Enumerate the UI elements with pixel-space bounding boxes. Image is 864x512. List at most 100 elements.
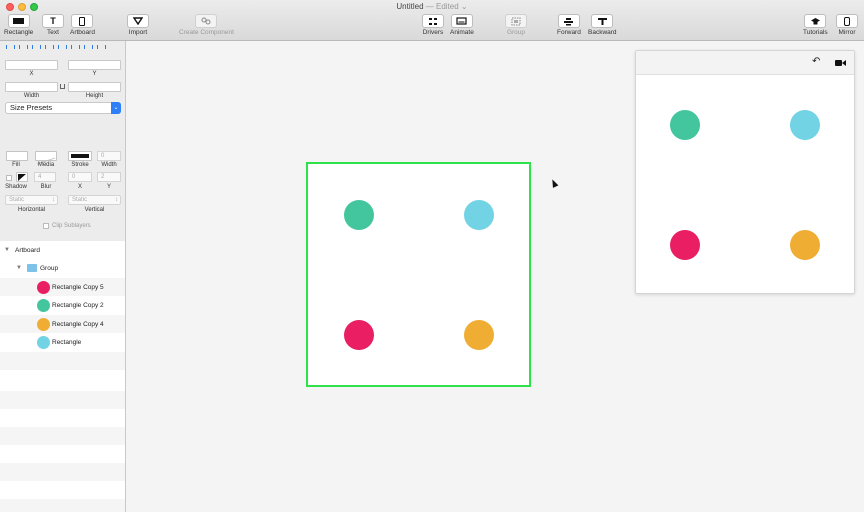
backward-button[interactable] xyxy=(591,14,614,28)
tutorials-button[interactable] xyxy=(804,14,827,28)
text-icon: T xyxy=(50,16,56,26)
undo-icon[interactable]: ↶ xyxy=(812,56,820,67)
preview-window: ↶ xyxy=(635,50,855,294)
layer-circle-thumbnail-icon xyxy=(37,335,50,349)
app-window: Untitled — Edited ⌄ Rectangle T Text Art… xyxy=(0,0,864,512)
width-input[interactable] xyxy=(5,82,58,92)
document-title[interactable]: Untitled — Edited ⌄ xyxy=(0,2,864,11)
align-center-horizontal-icon[interactable] xyxy=(18,44,28,50)
tutorials-tool[interactable]: Tutorials xyxy=(803,14,828,36)
stroke-color-preview xyxy=(71,154,89,158)
title-chevron-icon: ⌄ xyxy=(460,2,468,11)
x-position-input[interactable] xyxy=(5,60,58,70)
artboard-tool[interactable]: Artboard xyxy=(70,14,95,36)
height-label: Height xyxy=(85,93,104,99)
layer-item[interactable]: Rectangle Copy 4 xyxy=(0,315,125,333)
horizontal-constraint-select[interactable]: Static xyxy=(5,195,58,205)
layer-item-label: Rectangle Copy 5 xyxy=(52,283,104,291)
animate-label: Animate xyxy=(450,29,474,36)
rectangle-icon xyxy=(13,18,25,24)
distribute-vertical-icon[interactable] xyxy=(96,44,106,50)
layer-group[interactable]: ▼ Group xyxy=(0,259,125,277)
forward-button[interactable] xyxy=(557,14,580,28)
layer-circle-thumbnail-icon xyxy=(37,317,50,331)
layer-item[interactable]: Rectangle Copy 5 xyxy=(0,278,125,296)
forward-tool[interactable]: Forward xyxy=(557,14,581,36)
blur-input[interactable]: 4 xyxy=(34,172,56,182)
cyan-circle[interactable] xyxy=(464,200,494,230)
stroke-label: Stroke xyxy=(71,162,89,168)
clip-sublayers-toggle[interactable]: Clip Sublayers xyxy=(43,223,91,229)
shadow-y-input[interactable]: 2 xyxy=(97,172,121,182)
mirror-button[interactable] xyxy=(836,14,858,28)
stroke-width-input[interactable]: 0 xyxy=(97,151,121,161)
empty-row xyxy=(0,427,125,445)
size-presets-value: Size Presets xyxy=(10,103,53,112)
shadow-checkbox[interactable] xyxy=(6,175,12,181)
empty-row xyxy=(0,391,125,409)
x-label: X xyxy=(29,71,34,77)
fill-swatch[interactable] xyxy=(6,151,28,161)
disclosure-triangle-icon[interactable]: ▼ xyxy=(16,265,23,272)
title-bar: Untitled — Edited ⌄ Rectangle T Text Art… xyxy=(0,0,864,41)
disclosure-triangle-icon[interactable]: ▼ xyxy=(4,247,11,254)
animate-icon xyxy=(456,17,468,25)
layer-artboard[interactable]: ▼ Artboard xyxy=(0,241,125,259)
artboard-frame[interactable] xyxy=(306,162,531,387)
layer-circle-thumbnail-icon xyxy=(37,280,50,294)
shadow-label: Shadow xyxy=(5,184,27,190)
import-button[interactable] xyxy=(127,14,149,28)
clip-sublayers-checkbox[interactable] xyxy=(43,223,49,229)
rectangle-tool[interactable]: Rectangle xyxy=(4,14,33,36)
create-component-button[interactable] xyxy=(195,14,218,28)
preview-green-circle[interactable] xyxy=(670,110,700,140)
drivers-button[interactable] xyxy=(422,14,444,28)
artboard-tool-button[interactable] xyxy=(71,14,94,28)
lock-ratio-icon[interactable] xyxy=(60,84,65,89)
text-tool[interactable]: T Text xyxy=(42,14,64,36)
shadow-x-input[interactable]: 0 xyxy=(68,172,92,182)
y-position-input[interactable] xyxy=(68,60,121,70)
backward-tool[interactable]: Backward xyxy=(588,14,617,36)
horizontal-label: Horizontal xyxy=(17,207,45,213)
rectangle-tool-button[interactable] xyxy=(7,14,30,28)
distribute-horizontal-icon[interactable] xyxy=(83,44,93,50)
size-presets-dropdown[interactable]: Size Presets ⌄ xyxy=(5,102,121,114)
preview-toolbar: ↶ xyxy=(636,51,854,75)
create-component-label: Create Component xyxy=(179,29,234,36)
align-top-icon[interactable] xyxy=(44,44,54,50)
drivers-tool[interactable]: Drivers xyxy=(422,14,444,36)
height-input[interactable] xyxy=(68,82,121,92)
create-component-tool[interactable]: Create Component xyxy=(179,14,234,36)
align-left-icon[interactable] xyxy=(5,44,15,50)
backward-label: Backward xyxy=(588,29,617,36)
artboard-tool-label: Artboard xyxy=(70,29,95,36)
chevron-down-icon: ⌄ xyxy=(111,102,121,114)
media-swatch[interactable] xyxy=(35,151,57,165)
artboard-icon xyxy=(79,16,86,26)
group-tool[interactable]: Group xyxy=(505,14,527,36)
animate-button[interactable] xyxy=(450,14,473,28)
preview-cyan-circle[interactable] xyxy=(790,110,820,140)
layer-item[interactable]: Rectangle xyxy=(0,333,125,351)
shadow-color-swatch[interactable] xyxy=(16,172,28,182)
pink-circle[interactable] xyxy=(344,320,374,350)
layer-item[interactable]: Rectangle Copy 2 xyxy=(0,296,125,314)
mirror-tool[interactable]: Mirror xyxy=(836,14,858,36)
text-tool-label: Text xyxy=(47,29,59,36)
vertical-constraint-select[interactable]: Static xyxy=(68,195,121,205)
text-tool-button[interactable]: T xyxy=(42,14,64,28)
video-camera-icon[interactable] xyxy=(835,59,846,67)
stroke-swatch[interactable] xyxy=(68,151,92,161)
preview-pink-circle[interactable] xyxy=(670,230,700,260)
drivers-label: Drivers xyxy=(422,29,444,36)
green-circle[interactable] xyxy=(344,200,374,230)
animate-tool[interactable]: Animate xyxy=(450,14,474,36)
align-right-icon[interactable] xyxy=(31,44,41,50)
align-bottom-icon[interactable] xyxy=(70,44,80,50)
import-tool[interactable]: Import xyxy=(127,14,149,36)
group-button[interactable] xyxy=(505,14,527,28)
preview-orange-circle[interactable] xyxy=(790,230,820,260)
orange-circle[interactable] xyxy=(464,320,494,350)
align-middle-icon[interactable] xyxy=(57,44,67,50)
